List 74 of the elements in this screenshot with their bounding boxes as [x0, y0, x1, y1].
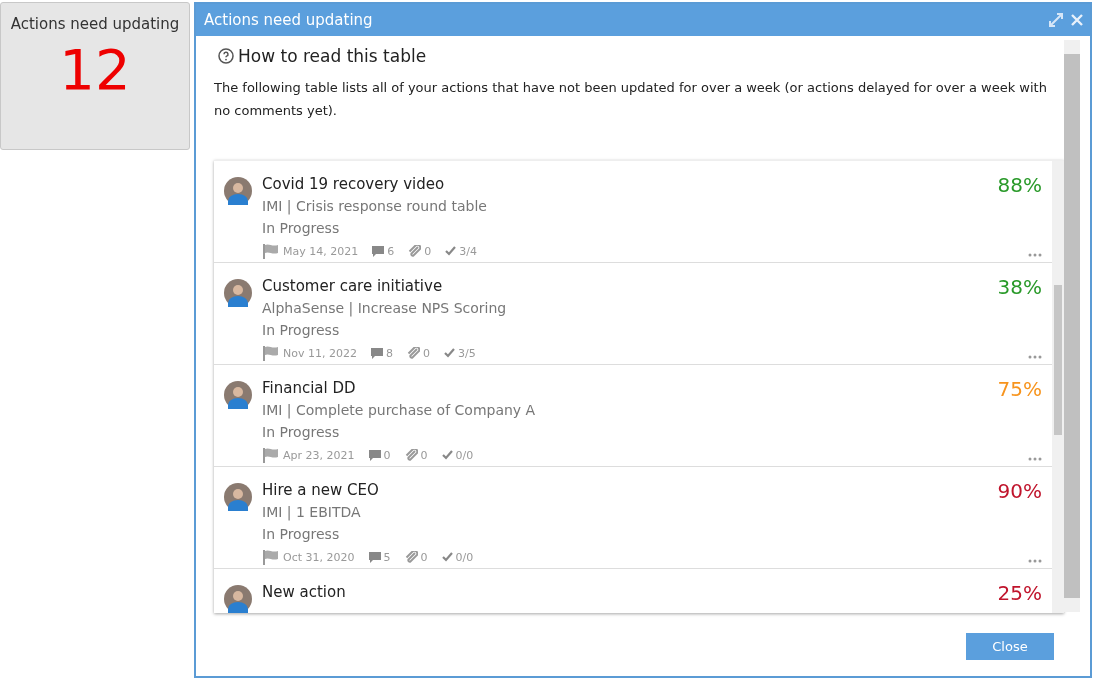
action-title[interactable]: New action: [262, 581, 998, 603]
paperclip-icon: [404, 449, 418, 461]
comment-icon: [368, 449, 381, 461]
paperclip-icon: [404, 551, 418, 563]
avatar-icon: [224, 483, 252, 511]
tile-count: 12: [59, 39, 131, 101]
progress-percent: 25%: [997, 581, 1042, 605]
action-title[interactable]: Financial DD: [262, 377, 998, 399]
close-icon[interactable]: [1070, 13, 1084, 27]
comment-count: 6: [387, 244, 395, 258]
comment-count: 0: [383, 448, 391, 462]
action-title[interactable]: Customer care initiative: [262, 275, 998, 297]
comment-icon: [370, 347, 383, 359]
action-status: In Progress: [262, 321, 341, 340]
checkmark-icon: [445, 246, 457, 256]
attachment-count: 0: [420, 448, 428, 462]
attachment-count: 0: [424, 244, 432, 258]
checklist-count: 0/0: [455, 448, 474, 462]
action-subtitle: IMI | Complete purchase of Company A: [262, 401, 537, 421]
action-title[interactable]: Covid 19 recovery video: [262, 173, 998, 195]
action-title[interactable]: Hire a new CEO: [262, 479, 998, 501]
help-icon: [218, 48, 234, 64]
avatar-icon: [224, 585, 252, 613]
comment-count: 8: [385, 346, 393, 360]
flag-icon: [262, 345, 280, 361]
more-icon[interactable]: [1028, 457, 1042, 461]
more-icon[interactable]: [1028, 559, 1042, 563]
flag-icon: [262, 447, 280, 463]
checklist-count: 0/0: [455, 550, 474, 564]
progress-percent: 88%: [997, 173, 1042, 197]
action-status: In Progress: [262, 423, 341, 442]
expand-icon[interactable]: [1048, 12, 1064, 28]
kpi-tile[interactable]: Actions need updating 12: [0, 2, 190, 150]
paperclip-icon: [408, 245, 422, 257]
action-subtitle: IMI | 1 EBITDA: [262, 503, 362, 523]
more-icon[interactable]: [1028, 355, 1042, 359]
due-date: Apr 23, 2021: [283, 448, 355, 462]
action-subtitle: IMI | Crisis response round table: [262, 197, 488, 217]
tile-title: Actions need updating: [10, 15, 180, 33]
checklist-count: 3/5: [457, 346, 476, 360]
attachment-count: 0: [420, 550, 428, 564]
avatar-icon: [224, 279, 252, 307]
help-heading: How to read this table: [238, 46, 427, 66]
checkmark-icon: [443, 348, 455, 358]
flag-icon: [262, 549, 280, 565]
checklist-count: 3/4: [459, 244, 477, 258]
progress-percent: 90%: [997, 479, 1042, 503]
list-scrollbar[interactable]: [1052, 161, 1064, 613]
checkmark-icon: [441, 552, 453, 562]
comment-count: 5: [383, 550, 391, 564]
paperclip-icon: [406, 347, 420, 359]
due-date: Nov 11, 2022: [283, 346, 357, 360]
action-row[interactable]: Hire a new CEO IMI | 1 EBITDA In Progress Oct 31, 2020 5 0 0/0 90%: [214, 467, 1052, 569]
dialog-scrollbar[interactable]: [1064, 40, 1080, 612]
comment-icon: [368, 551, 381, 563]
flag-icon: [262, 243, 280, 259]
checkmark-icon: [441, 450, 453, 460]
action-row[interactable]: Financial DD IMI | Complete purchase of Company A In Progress Apr 23, 2021 0 0 0/0 75%: [214, 365, 1052, 467]
action-status: In Progress: [262, 525, 341, 544]
avatar-icon: [224, 381, 252, 409]
attachment-count: 0: [422, 346, 430, 360]
action-status: In Progress: [262, 219, 341, 238]
help-text: The following table lists all of your actions that have not been updated for over a week (or actions delayed for over a week with no comments yet).: [214, 79, 1048, 120]
action-subtitle: AlphaSense | Increase NPS Scoring: [262, 299, 508, 319]
action-row[interactable]: Covid 19 recovery video IMI | Crisis response round table In Progress May 14, 2021 6 0 3/4 88%: [214, 161, 1052, 263]
more-icon[interactable]: [1028, 253, 1042, 257]
dialog-title: Actions need updating: [204, 11, 374, 29]
avatar-icon: [224, 177, 252, 205]
due-date: Oct 31, 2020: [283, 550, 355, 564]
action-row[interactable]: Customer care initiative AlphaSense | Increase NPS Scoring In Progress Nov 11, 2022 8 0 3/5 38%: [214, 263, 1052, 365]
progress-percent: 75%: [997, 377, 1042, 401]
comment-icon: [372, 245, 385, 257]
progress-percent: 38%: [997, 275, 1042, 299]
due-date: May 14, 2021: [283, 244, 359, 258]
